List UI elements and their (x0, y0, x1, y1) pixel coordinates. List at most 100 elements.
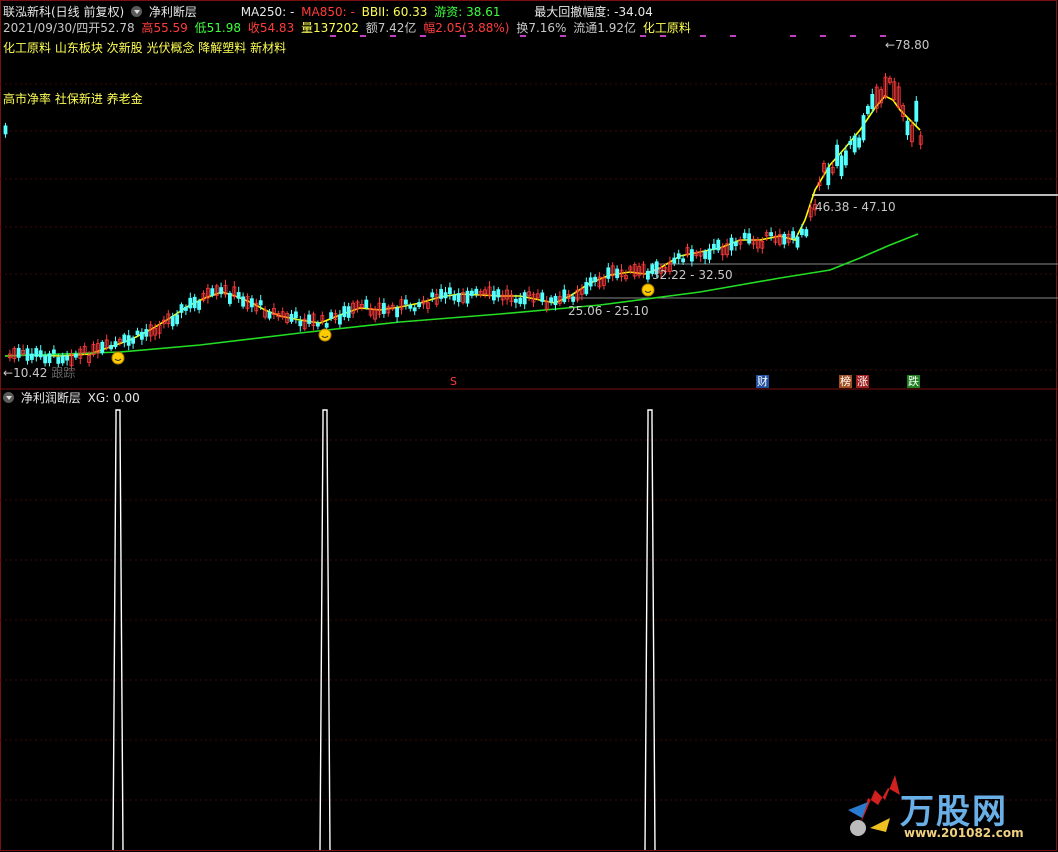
candle-body (606, 267, 611, 279)
candle-body (188, 297, 193, 309)
candle-body (337, 314, 342, 325)
candle-body (293, 311, 298, 319)
candle-body (452, 294, 457, 301)
candle-body (870, 93, 875, 110)
low-hint: 跟踪 (51, 366, 76, 380)
candle-body (615, 268, 619, 279)
candle-body (183, 306, 188, 311)
xg-label: XG: 0.00 (87, 391, 140, 405)
candle-body (412, 307, 417, 312)
candle-body (249, 298, 254, 308)
candle-body (3, 125, 8, 135)
candle-body (16, 347, 21, 358)
event-tag-list[interactable]: 榜 (839, 375, 852, 388)
lower-panel-header: 净利润断层 XG: 0.00 (3, 390, 143, 406)
candle-body (465, 290, 470, 304)
event-tag-s[interactable]: S (449, 375, 458, 388)
candle-body (197, 300, 202, 310)
signal-marker (790, 35, 796, 37)
signal-marker (640, 35, 646, 37)
candle-body (646, 270, 650, 280)
candle-body (571, 296, 575, 302)
candle-body (122, 334, 127, 343)
candle-body (210, 288, 215, 296)
candle-body (703, 251, 707, 259)
lower-panel-dropdown-icon[interactable] (3, 392, 14, 403)
candle-body (905, 120, 910, 136)
candle-body (408, 304, 413, 309)
candle-body (800, 228, 804, 236)
candle-body (417, 302, 422, 308)
signal-marker (660, 35, 666, 37)
signal-marker (880, 35, 886, 37)
candle-body (170, 315, 175, 327)
candle-body (676, 253, 681, 259)
lower-panel-title[interactable]: 净利润断层 (21, 391, 81, 405)
candle-body (29, 353, 34, 360)
candle-body (540, 292, 545, 302)
candle-body (430, 292, 435, 298)
candle-body (562, 289, 567, 303)
candle-body (848, 140, 853, 145)
candle-body (474, 288, 479, 294)
candle-body (914, 100, 919, 122)
event-tag-limit-up[interactable]: 涨 (856, 375, 869, 388)
signal-marker (730, 35, 736, 37)
candle-body (496, 289, 501, 298)
candle-body (258, 300, 263, 306)
candle-body (549, 297, 553, 303)
candle-body (315, 322, 320, 327)
event-tag-limit-down[interactable]: 跌 (907, 375, 920, 388)
signal-marker (700, 35, 706, 37)
xg-spike (644, 409, 656, 851)
smiley-icon (318, 328, 332, 342)
candle-body (588, 277, 593, 287)
event-tag-financial[interactable]: 财 (756, 375, 769, 388)
signal-marker (850, 35, 856, 37)
candle-body (443, 292, 448, 299)
candle-body (804, 229, 809, 237)
candle-body (219, 287, 224, 295)
candle-body (769, 232, 773, 237)
candle-body (329, 312, 334, 320)
candle-body (852, 135, 857, 153)
chart-frame (0, 0, 1057, 851)
signal-marker (390, 35, 396, 37)
candle-body (707, 248, 712, 260)
signal-marker (520, 35, 526, 37)
candle-body (395, 307, 400, 318)
candle-body (681, 258, 685, 263)
candle-body (553, 295, 558, 306)
candle-body (139, 331, 144, 340)
signal-marker (560, 35, 566, 37)
candle-body (109, 344, 113, 350)
candle-body (144, 329, 149, 337)
candle-body (839, 155, 844, 177)
zone-label-3: 25.06 - 25.10 (568, 304, 649, 318)
candle-body (672, 257, 677, 264)
candle-body (342, 306, 347, 317)
signal-marker (360, 35, 366, 37)
candle-body (469, 290, 474, 296)
candle-body (447, 287, 452, 295)
watermark-logo: 万股网 www.201082.com (840, 770, 1040, 850)
candle-body (364, 299, 369, 308)
smiley-icon (641, 283, 655, 297)
candle-body (175, 314, 180, 325)
low-price-mark: ←10.42 跟踪 (3, 364, 75, 381)
candle-body (403, 299, 408, 305)
candle-body (514, 298, 518, 303)
candle-body (712, 243, 716, 250)
kline-chart[interactable] (0, 0, 1058, 852)
candle-body (131, 337, 136, 344)
candle-body (60, 355, 65, 364)
candle-body (324, 323, 329, 328)
candle-body (782, 233, 787, 245)
candle-body (491, 290, 496, 301)
low-price-value: 10.42 (13, 366, 48, 380)
signal-marker (330, 35, 336, 37)
candle-body (747, 233, 751, 244)
signal-marker (820, 35, 826, 37)
candle-body (56, 357, 61, 364)
candle-body (734, 241, 738, 247)
